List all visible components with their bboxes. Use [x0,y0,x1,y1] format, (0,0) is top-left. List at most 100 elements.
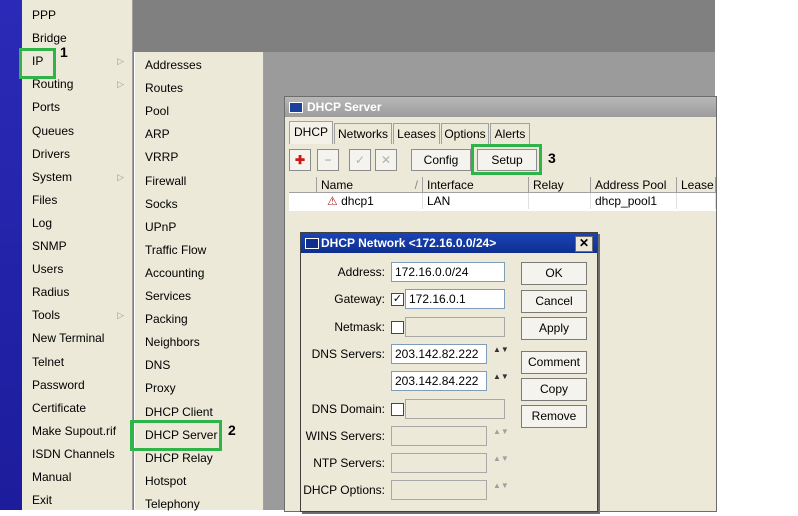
add-button[interactable]: ✚ [289,149,311,171]
main-menu-item-tools[interactable]: Tools ▷ [22,304,132,327]
main-menu-item-snmp[interactable]: SNMP [22,235,132,258]
highlight-dhcp-server [130,420,222,451]
wins-spinner-icon[interactable]: ▲▼ [493,428,509,436]
ip-submenu-item-dns[interactable]: DNS [135,354,263,377]
wins-servers-field[interactable] [391,426,487,446]
dns-domain-field[interactable] [405,399,505,419]
ip-submenu-item-packing[interactable]: Packing [135,308,263,331]
config-button[interactable]: Config [411,149,471,171]
main-menu-item-label: Make Supout.rif [32,423,117,438]
main-menu-item-drivers[interactable]: Drivers [22,143,132,166]
dhcp-options-spinner-icon[interactable]: ▲▼ [493,482,509,490]
main-menu-item-label: Routing [32,77,74,92]
wins-servers-label: WINS Servers: [305,429,385,443]
dns-server-field-2[interactable]: 203.142.84.222 [391,371,487,391]
ntp-spinner-icon[interactable]: ▲▼ [493,455,509,463]
tab-alerts[interactable]: Alerts [490,123,530,144]
tab-networks[interactable]: Networks [334,123,392,144]
main-menu-item-manual[interactable]: Manual [22,466,132,489]
ip-submenu-item-neighbors[interactable]: Neighbors [135,331,263,354]
ip-submenu-item-services[interactable]: Services [135,285,263,308]
tab-leases[interactable]: Leases [393,123,440,144]
highlight-ip [19,48,56,79]
ip-submenu-item-telephony[interactable]: Telephony [135,493,263,516]
main-menu-item-exit[interactable]: Exit [22,489,132,512]
dhcp-server-titlebar[interactable]: DHCP Server [285,97,716,117]
disable-button[interactable]: ✕ [375,149,397,171]
step-number-3: 3 [548,150,556,166]
main-menu-item-label: Radius [32,285,70,300]
ip-submenu-item-accounting[interactable]: Accounting [135,262,263,285]
dhcp-options-field[interactable] [391,480,487,500]
main-menu-item-ppp[interactable]: PPP [22,4,132,27]
address-field[interactable]: 172.16.0.0/24 [391,262,505,282]
dhcp-options-label: DHCP Options: [303,483,385,497]
step-number-2: 2 [228,422,236,438]
enable-button[interactable]: ✓ [349,149,371,171]
cell-relay [529,193,591,209]
column-header-address-pool[interactable]: Address Pool [591,177,677,193]
ip-submenu-item-socks[interactable]: Socks [135,193,263,216]
main-menu-item-label: Exit [32,493,53,508]
ip-submenu-item-arp[interactable]: ARP [135,123,263,146]
main-menu-item-certificate[interactable]: Certificate [22,397,132,420]
dhcp-server-title: DHCP Server [307,100,382,114]
main-menu-item-ports[interactable]: Ports [22,96,132,119]
main-menu-item-new-terminal[interactable]: New Terminal [22,327,132,350]
netmask-checkbox[interactable] [391,321,404,334]
main-menu-item-isdn-channels[interactable]: ISDN Channels [22,443,132,466]
copy-button[interactable]: Copy [521,378,587,401]
tab-dhcp[interactable]: DHCP [289,121,333,144]
netmask-field[interactable] [405,317,505,337]
column-header-lease-time[interactable]: Lease T [677,177,716,193]
column-header-relay[interactable]: Relay [529,177,591,193]
gateway-field[interactable]: 172.16.0.1 [405,289,505,309]
tab-options[interactable]: Options [441,123,489,144]
main-menu-item-queues[interactable]: Queues [22,120,132,143]
main-menu-item-radius[interactable]: Radius [22,281,132,304]
main-menu-item-files[interactable]: Files [22,189,132,212]
dns-1-spinner-icon[interactable]: ▲▼ [493,346,509,354]
main-menu-item-system[interactable]: System ▷ [22,166,132,189]
column-header-name-label: Name [321,178,354,192]
gateway-checkbox[interactable]: ✓ [391,293,404,306]
comment-button[interactable]: Comment [521,351,587,374]
dns-2-spinner-icon[interactable]: ▲▼ [493,373,509,381]
main-menu-item-log[interactable]: Log [22,212,132,235]
close-icon[interactable]: ✕ [575,236,593,252]
ip-submenu-item-upnp[interactable]: UPnP [135,216,263,239]
invalid-flag-icon: ⚠ [327,194,338,208]
remove-network-button[interactable]: Remove [521,405,587,428]
main-menu-item-telnet[interactable]: Telnet [22,351,132,374]
ip-submenu-item-pool[interactable]: Pool [135,100,263,123]
dhcp-server-table: Name / Interface Relay Address Pool Leas… [289,177,716,211]
ip-submenu-item-proxy[interactable]: Proxy [135,377,263,400]
apply-button[interactable]: Apply [521,317,587,340]
main-menu-item-password[interactable]: Password [22,374,132,397]
ip-submenu-item-firewall[interactable]: Firewall [135,170,263,193]
ip-submenu-item-hotspot[interactable]: Hotspot [135,470,263,493]
main-menu-item-label: Bridge [32,31,67,46]
main-menu-item-users[interactable]: Users [22,258,132,281]
dns-server-field-1[interactable]: 203.142.82.222 [391,344,487,364]
main-menu-item-make-supout-rif[interactable]: Make Supout.rif [22,420,132,443]
dns-domain-checkbox[interactable] [391,403,404,416]
main-menu-item-bridge[interactable]: Bridge [22,27,132,50]
main-menu-item-label: New Terminal [32,331,105,346]
ip-submenu-item-traffic-flow[interactable]: Traffic Flow [135,239,263,262]
dhcp-network-titlebar[interactable]: DHCP Network <172.16.0.0/24> ✕ [301,233,597,253]
cell-name-text: dhcp1 [341,194,374,208]
remove-button[interactable]: − [317,149,339,171]
ip-submenu-item-vrrp[interactable]: VRRP [135,146,263,169]
submenu-arrow-icon: ▷ [117,171,124,182]
dhcp-network-title: DHCP Network <172.16.0.0/24> [321,236,497,250]
ip-submenu-item-addresses[interactable]: Addresses [135,54,263,77]
ip-submenu-item-routes[interactable]: Routes [135,77,263,100]
main-menu-item-label: Password [32,377,85,392]
ok-button[interactable]: OK [521,262,587,285]
column-header-interface[interactable]: Interface [423,177,529,193]
cancel-button[interactable]: Cancel [521,290,587,313]
gateway-label: Gateway: [334,292,385,306]
ntp-servers-field[interactable] [391,453,487,473]
column-header-name[interactable]: Name / [317,177,423,193]
